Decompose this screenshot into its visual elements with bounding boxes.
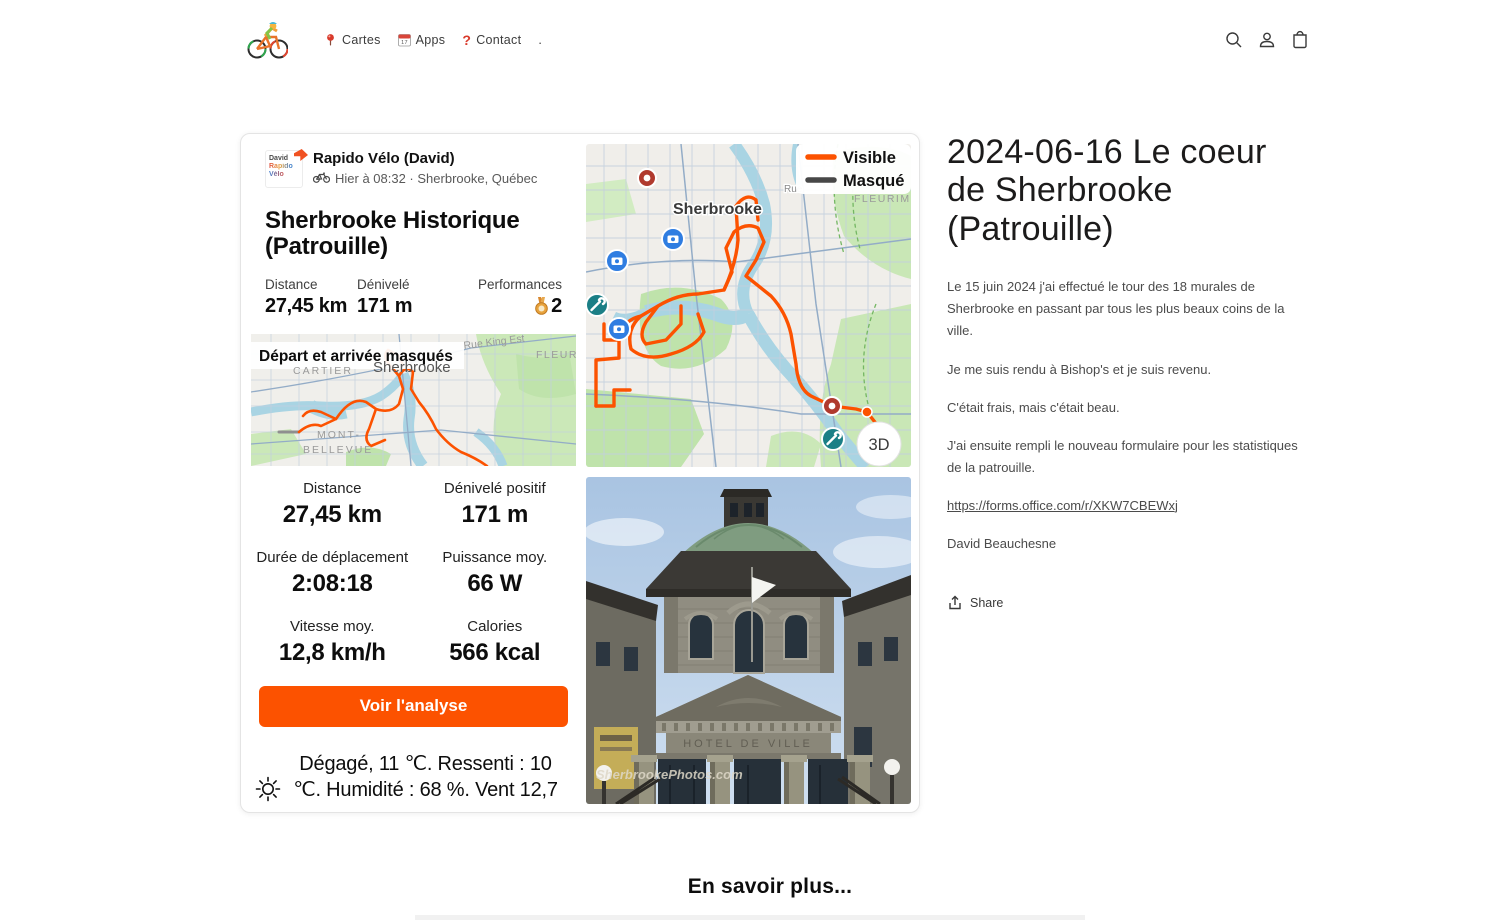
map-3d-button: 3D — [857, 422, 901, 466]
nav-label: Cartes — [342, 33, 381, 47]
article-title: 2024-06-16 Le coeur de Sherbrooke (Patro… — [947, 133, 1307, 248]
stat-value: 66 W — [414, 570, 577, 598]
grid-stat: Distance 27,45 km — [251, 480, 414, 529]
svg-text:3D: 3D — [868, 436, 889, 454]
stat-label: Distance — [265, 277, 357, 292]
stat-elevation: Dénivelé 171 m — [357, 277, 478, 318]
map-area-label: BELLEVUE — [303, 444, 373, 456]
stat-value: 566 kcal — [414, 639, 577, 667]
stats-grid: Distance 27,45 km Dénivelé positif 171 m… — [251, 480, 576, 667]
article-author: David Beauchesne — [947, 533, 1307, 555]
weather-summary: Dégagé, 11 ℃. Ressenti : 10 ℃. Humidité … — [251, 751, 576, 803]
stat-label: Vitesse moy. — [251, 618, 414, 635]
grid-stat: Vitesse moy. 12,8 km/h — [251, 618, 414, 667]
next-embed-edge — [415, 915, 1085, 920]
stat-value: 171 m — [414, 501, 577, 529]
stat-label: Performances — [478, 277, 562, 292]
analyze-button[interactable]: Voir l'analyse — [259, 686, 568, 727]
stat-performances: Performances 2 — [478, 277, 562, 318]
more-heading: En savoir plus... — [688, 875, 852, 898]
form-link[interactable]: https://forms.office.com/r/XKW7CBEWxj — [947, 498, 1178, 513]
page-main: David Rapido Vélo Rapido Vélo (David) Hi… — [240, 133, 1500, 813]
stat-label: Calories — [414, 618, 577, 635]
map-city-label: Sherbrooke — [373, 359, 451, 376]
svg-text:17: 17 — [401, 40, 408, 46]
question-icon: ? — [462, 32, 471, 48]
nav-label: Contact — [476, 33, 521, 47]
nav-label: Apps — [416, 33, 446, 47]
map-area-label: FLEURIM — [854, 193, 911, 205]
account-icon[interactable] — [1257, 30, 1277, 50]
nav-dot[interactable]: . — [538, 33, 542, 47]
grid-stat: Durée de déplacement 2:08:18 — [251, 549, 414, 598]
stat-value: 2 — [551, 295, 562, 318]
stat-label: Distance — [251, 480, 414, 497]
stat-label: Dénivelé — [357, 277, 478, 292]
activity-title: Sherbrooke Historique (Patrouille) — [251, 208, 576, 261]
photo-watermark: SherbrookePhotos.com — [596, 767, 743, 782]
activity-right-column: Sherbrooke Rue FLEURIM — [586, 144, 911, 802]
share-button[interactable]: Share — [947, 595, 1307, 611]
map-pin-icon — [324, 33, 337, 47]
grid-stat: Calories 566 kcal — [414, 618, 577, 667]
nav-label: . — [538, 33, 542, 47]
avatar-text: Vélo — [269, 171, 302, 179]
sun-icon — [255, 776, 281, 802]
map-area-label: FLEURIM — [536, 349, 576, 361]
bike-icon — [313, 171, 330, 186]
stat-value: 27,45 km — [251, 501, 414, 529]
building-inscription: HOTEL DE VILLE — [683, 738, 813, 750]
more-section: En savoir plus... — [240, 875, 1300, 899]
nav-contact[interactable]: ? Contact — [462, 32, 521, 48]
stat-value: 2:08:18 — [251, 570, 414, 598]
calendar-icon: 17 — [398, 33, 411, 47]
medal-icon — [534, 297, 549, 316]
route-map[interactable]: Sherbrooke Rue FLEURIM — [586, 144, 911, 467]
blog-article: 2024-06-16 Le coeur de Sherbrooke (Patro… — [947, 133, 1307, 611]
map-area-label: MONT- — [317, 429, 361, 441]
stat-value: 27,45 km — [265, 295, 357, 318]
map-area-label: CARTIER — [293, 365, 353, 377]
activity-left-column: David Rapido Vélo Rapido Vélo (David) Hi… — [251, 144, 576, 802]
stat-label: Dénivelé positif — [414, 480, 577, 497]
article-paragraph: Le 15 juin 2024 j'ai effectué le tour de… — [947, 276, 1307, 342]
grid-stat: Dénivelé positif 171 m — [414, 480, 577, 529]
article-paragraph: C'était frais, mais c'était beau. — [947, 397, 1307, 419]
weather-text: Dégagé, 11 ℃. Ressenti : 10 ℃. Humidité … — [293, 753, 558, 801]
article-paragraph: Je me suis rendu à Bishop's et je suis r… — [947, 359, 1307, 381]
athlete-avatar[interactable]: David Rapido Vélo — [265, 150, 303, 188]
cyclist-logo[interactable] — [246, 19, 288, 61]
activity-timestamp: Hier à 08:32 · Sherbrooke, Québec — [335, 171, 537, 186]
avatar-text: Rapido — [269, 163, 302, 171]
activity-photo: HOTEL DE VILLE — [586, 477, 911, 804]
stat-value: 171 m — [357, 295, 478, 318]
article-paragraph: J'ai ensuite rempli le nouveau formulair… — [947, 435, 1307, 479]
legend-masked-label: Masqué — [843, 172, 904, 190]
activity-header: David Rapido Vélo Rapido Vélo (David) Hi… — [251, 144, 576, 188]
activity-embed-card: David Rapido Vélo Rapido Vélo (David) Hi… — [240, 133, 920, 813]
legend-visible-label: Visible — [843, 149, 896, 167]
nav-cartes[interactable]: Cartes — [324, 33, 381, 47]
cart-icon[interactable] — [1290, 30, 1310, 50]
grid-stat: Puissance moy. 66 W — [414, 549, 577, 598]
top-stats-row: Distance 27,45 km Dénivelé 171 m Perform… — [251, 277, 576, 318]
nav-apps[interactable]: 17 Apps — [398, 33, 446, 47]
main-nav: Cartes 17 Apps ? Contact . — [324, 32, 542, 48]
map-city-label: Sherbrooke — [673, 201, 762, 218]
activity-meta: Hier à 08:32 · Sherbrooke, Québec — [313, 171, 537, 186]
athlete-name[interactable]: Rapido Vélo (David) — [313, 150, 537, 167]
share-icon — [947, 595, 963, 611]
search-icon[interactable] — [1224, 30, 1244, 50]
share-label: Share — [970, 596, 1003, 610]
stat-distance: Distance 27,45 km — [265, 277, 357, 318]
header-icons — [1224, 30, 1310, 50]
map-legend: Visible Masqué — [796, 144, 911, 194]
site-header: Cartes 17 Apps ? Contact . — [0, 0, 1500, 80]
stat-label: Durée de déplacement — [251, 549, 414, 566]
stat-value: 12,8 km/h — [251, 639, 414, 667]
mini-map[interactable]: Départ et arrivée masqués Rue King Est F… — [251, 334, 576, 466]
stat-label: Puissance moy. — [414, 549, 577, 566]
athlete-block: Rapido Vélo (David) Hier à 08:32 · Sherb… — [313, 150, 537, 188]
